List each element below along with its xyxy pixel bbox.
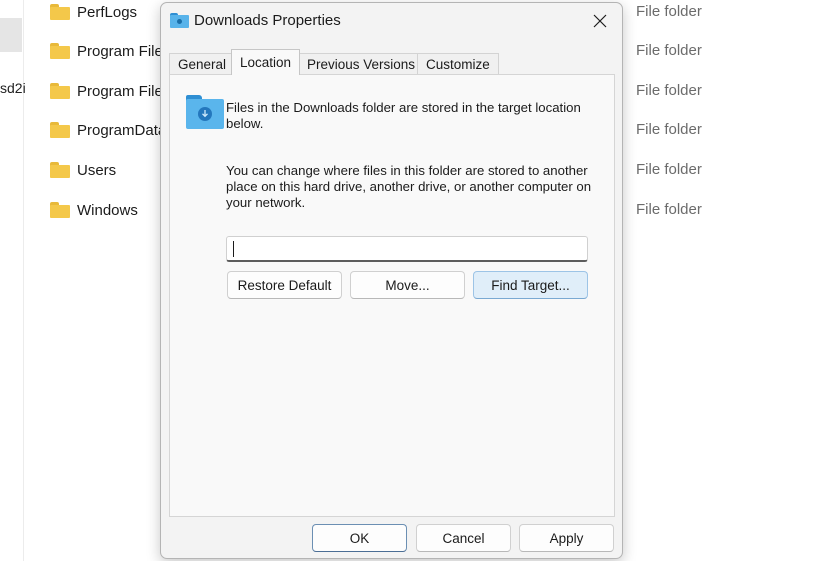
dialog-titlebar[interactable]: Downloads Properties xyxy=(161,3,622,43)
file-type: File folder xyxy=(636,161,702,178)
file-row-windows[interactable]: Windows xyxy=(50,198,160,222)
file-name: ProgramData xyxy=(77,121,160,139)
file-row-program-files[interactable]: Program Files xyxy=(50,39,160,63)
file-row-users[interactable]: Users xyxy=(50,158,160,182)
file-name: PerfLogs xyxy=(77,3,138,21)
location-panel: Files in the Downloads folder are stored… xyxy=(169,74,615,517)
move-button[interactable]: Move... xyxy=(350,271,465,299)
tab-customize[interactable]: Customize xyxy=(417,53,499,75)
tab-previous-versions[interactable]: Previous Versions xyxy=(298,53,425,75)
file-type: File folder xyxy=(636,42,702,59)
file-type: File folder xyxy=(636,121,702,138)
file-row-perflogs[interactable]: PerfLogs xyxy=(50,0,160,24)
close-icon xyxy=(593,14,607,28)
folder-icon xyxy=(50,202,70,218)
ok-button[interactable]: OK xyxy=(312,524,407,552)
file-name: Program Files xyxy=(77,42,160,60)
file-name: Users xyxy=(77,161,117,179)
navigation-pane: sd2i xyxy=(0,0,26,561)
tab-strip: General Location Previous Versions Custo… xyxy=(169,49,617,75)
file-name: Windows xyxy=(77,201,138,219)
close-button[interactable] xyxy=(578,3,622,39)
folder-icon xyxy=(50,4,70,20)
cancel-button[interactable]: Cancel xyxy=(416,524,511,552)
dialog-title: Downloads Properties xyxy=(194,12,341,29)
file-type: File folder xyxy=(636,82,702,99)
find-target-button[interactable]: Find Target... xyxy=(473,271,588,299)
nav-item-label[interactable]: sd2i xyxy=(0,80,26,96)
restore-default-button[interactable]: Restore Default xyxy=(227,271,342,299)
nav-selected-item[interactable] xyxy=(0,18,22,52)
apply-button[interactable]: Apply xyxy=(519,524,614,552)
file-type: File folder xyxy=(636,3,702,20)
tab-location[interactable]: Location xyxy=(231,49,301,75)
location-path-input[interactable] xyxy=(226,236,588,262)
folder-icon xyxy=(50,122,70,138)
file-name: Program Files (x86) xyxy=(77,82,160,100)
folder-icon xyxy=(50,43,70,59)
properties-dialog: Downloads Properties General Location Pr… xyxy=(160,2,623,559)
blue-folder-icon xyxy=(170,13,189,28)
desktop: sd2i PerfLogs File folder Program Files … xyxy=(0,0,825,561)
file-row-programdata[interactable]: ProgramData xyxy=(50,118,160,142)
folder-icon xyxy=(50,162,70,178)
downloads-folder-icon xyxy=(186,95,224,129)
tab-general[interactable]: General xyxy=(169,53,236,75)
file-row-program-files-x86[interactable]: Program Files (x86) xyxy=(50,79,160,103)
intro-text: Files in the Downloads folder are stored… xyxy=(226,100,581,131)
folder-icon xyxy=(50,83,70,99)
file-type: File folder xyxy=(636,201,702,218)
description-text: You can change where files in this folde… xyxy=(226,163,592,210)
text-caret xyxy=(233,241,234,257)
